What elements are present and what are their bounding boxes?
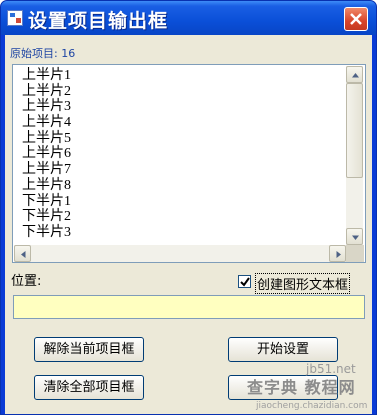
scroll-right-button[interactable] xyxy=(329,245,346,262)
arrow-right-icon xyxy=(336,251,341,258)
position-input[interactable] xyxy=(13,295,365,319)
list-item[interactable]: 下半片2 xyxy=(22,209,71,225)
item-count-label: 原始项目: 16 xyxy=(10,47,76,60)
scroll-down-button[interactable] xyxy=(346,228,363,245)
checkmark-icon xyxy=(240,277,250,287)
list-item[interactable]: 下半片3 xyxy=(22,225,71,241)
create-textbox-label[interactable]: 创建图形文本框 xyxy=(255,273,351,294)
clear-all-button[interactable]: 清除全部项目框 xyxy=(34,375,144,400)
list-item[interactable]: 上半片3 xyxy=(22,99,71,115)
horizontal-scrollbar[interactable] xyxy=(14,245,346,262)
list-item[interactable]: 上半片4 xyxy=(22,115,71,131)
list-item[interactable]: 上半片8 xyxy=(22,178,71,194)
list-item[interactable]: 上半片5 xyxy=(22,131,71,147)
list-items: 上半片1 上半片2 上半片3 上半片4 上半片5 上半片6 上半片7 上半片8 下半片1 下半片2… xyxy=(22,68,71,241)
vertical-scrollbar[interactable] xyxy=(346,66,363,245)
list-item[interactable]: 上半片7 xyxy=(22,162,71,178)
create-textbox-checkbox[interactable] xyxy=(238,275,251,288)
scroll-thumb[interactable] xyxy=(346,83,363,178)
list-item[interactable]: 上半片6 xyxy=(22,146,71,162)
watermark-brand: 查字典 教程网 xyxy=(247,378,356,397)
position-label: 位置: xyxy=(11,274,42,289)
app-icon xyxy=(7,10,23,26)
list-item[interactable]: 上半片1 xyxy=(22,68,71,84)
watermark: jb51.net 查字典 教程网 jiaocheng.chazidian.com xyxy=(242,352,376,414)
remove-current-button[interactable]: 解除当前项目框 xyxy=(34,337,144,362)
create-textbox-checkbox-group[interactable]: 创建图形文本框 xyxy=(238,273,358,294)
close-icon xyxy=(350,13,362,25)
close-button[interactable] xyxy=(344,7,368,31)
scrollbar-corner xyxy=(346,245,364,262)
window-title: 设置项目输出框 xyxy=(28,10,169,32)
arrow-up-icon xyxy=(352,73,359,78)
scroll-left-button[interactable] xyxy=(14,245,31,262)
dialog-window: 设置项目输出框 原始项目: 16 上半片1 上半片2 上半片3 上半片4 上半片5 上半片… xyxy=(0,0,377,415)
arrow-down-icon xyxy=(352,235,359,240)
item-listbox[interactable]: 上半片1 上半片2 上半片3 上半片4 上半片5 上半片6 上半片7 上半片8 下半片1 下半片2… xyxy=(12,64,366,263)
arrow-left-icon xyxy=(21,251,26,258)
title-bar[interactable]: 设置项目输出框 xyxy=(1,1,376,35)
list-item[interactable]: 上半片2 xyxy=(22,84,71,100)
list-item[interactable]: 下半片1 xyxy=(22,194,71,210)
watermark-url: jiaocheng.chazidian.com xyxy=(256,401,368,411)
scroll-up-button[interactable] xyxy=(346,66,363,83)
